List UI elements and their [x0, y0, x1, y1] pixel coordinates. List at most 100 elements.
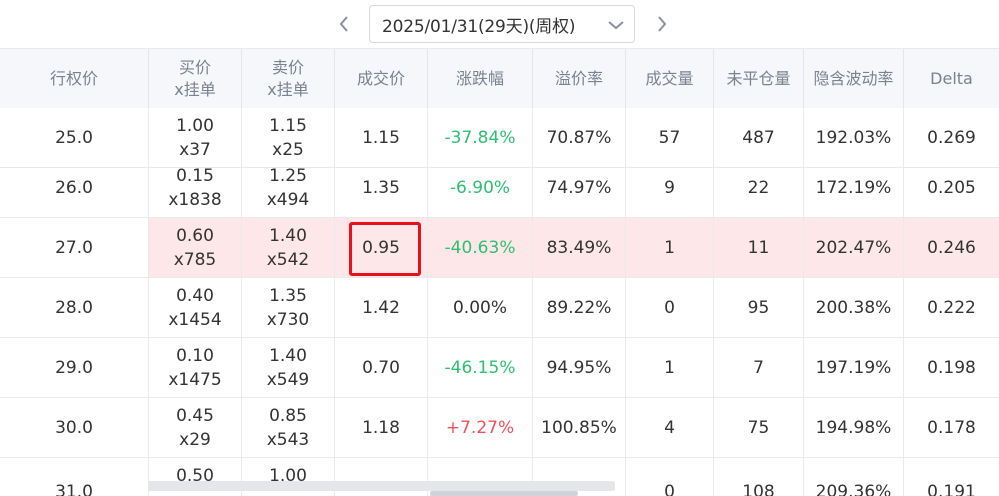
header-volume[interactable]: 成交量: [625, 49, 713, 109]
header-open-interest[interactable]: 未平仓量: [713, 49, 803, 109]
ask-cell: 1.40 x549: [241, 338, 334, 397]
implied-volatility-cell: 172.19%: [803, 158, 903, 217]
change-cell: +7.27%: [427, 398, 532, 457]
open-interest-cell: 22: [713, 158, 803, 217]
header-strike[interactable]: 行权价: [0, 49, 148, 109]
options-table-body: 25.0 1.00 x37 1.15 x25 1.15 -37.84% 70.87%…: [0, 108, 999, 496]
bid-cell: 0.15 x1838: [148, 158, 241, 217]
bid-price: 1.00: [176, 115, 214, 136]
implied-volatility-cell: 200.38%: [803, 278, 903, 337]
expiry-nav-bar: 2025/01/31(29天)(周权): [0, 0, 999, 48]
table-row[interactable]: 30.0 0.45 x29 0.85 x543 1.18 +7.27% 100.85…: [0, 398, 999, 458]
header-strike-label: 行权价: [49, 69, 98, 88]
ask-cell: 0.85 x543: [241, 398, 334, 457]
volume-cell: 0: [625, 278, 713, 337]
delta-cell: 0.222: [903, 278, 999, 337]
header-delta[interactable]: Delta: [903, 49, 999, 109]
strike-cell: 29.0: [55, 357, 93, 378]
strike-cell: 30.0: [55, 417, 93, 438]
delta-cell: 0.178: [903, 398, 999, 457]
header-last-price-label: 成交价: [356, 69, 405, 88]
bid-price: 0.45: [176, 405, 214, 426]
premium-cell: 94.95%: [532, 338, 625, 397]
strike-cell: 27.0: [55, 237, 93, 258]
premium-cell: 74.97%: [532, 158, 625, 217]
expiry-date-select[interactable]: 2025/01/31(29天)(周权): [369, 5, 635, 43]
horizontal-scrollbar[interactable]: [148, 481, 615, 491]
delta-cell: 0.246: [903, 218, 999, 277]
header-premium-label: 溢价率: [554, 69, 603, 88]
table-row-selected[interactable]: 27.0 0.60 x785 1.40 x542 0.95 -40.63% 83.4…: [0, 218, 999, 278]
scrollbar-thumb[interactable]: [430, 491, 578, 496]
bid-cell: 0.45 x29: [148, 398, 241, 457]
ask-price: 1.35: [269, 285, 307, 306]
header-ask-label: 卖价: [271, 58, 304, 77]
last-price-cell: 0.70: [334, 338, 427, 397]
bid-cell: 0.10 x1475: [148, 338, 241, 397]
header-change[interactable]: 涨跌幅: [427, 49, 532, 109]
table-row[interactable]: 28.0 0.40 x1454 1.35 x730 1.42 0.00% 89.22…: [0, 278, 999, 338]
chevron-down-icon: [606, 15, 626, 35]
delta-cell: 0.205: [903, 158, 999, 217]
header-volume-label: 成交量: [645, 69, 694, 88]
bid-price: 0.15: [176, 165, 214, 186]
open-interest-cell: 7: [713, 338, 803, 397]
premium-cell: 100.85%: [532, 398, 625, 457]
bid-size: x29: [179, 429, 211, 450]
table-row[interactable]: 26.0 0.15 x1838 1.25 x494 1.35 -6.90% 74.9…: [0, 158, 999, 218]
bid-cell: 0.60 x785: [148, 218, 241, 277]
header-bid[interactable]: 买价 x挂单: [148, 49, 241, 109]
ask-size: x730: [266, 309, 310, 330]
chevron-right-icon: [658, 16, 667, 32]
premium-cell: 83.49%: [532, 218, 625, 277]
strike-cell: 28.0: [55, 297, 93, 318]
ask-size: x543: [266, 429, 310, 450]
highlight-annotation-box: [349, 222, 421, 276]
header-delta-label: Delta: [930, 69, 973, 88]
change-cell: 0.00%: [427, 278, 532, 337]
premium-cell: 89.22%: [532, 278, 625, 337]
open-interest-cell: 95: [713, 278, 803, 337]
chevron-left-icon: [339, 16, 348, 32]
header-implied-volatility[interactable]: 隐含波动率: [803, 49, 903, 109]
volume-cell: 0: [625, 458, 713, 496]
last-price-cell: 1.42: [334, 278, 427, 337]
header-last-price[interactable]: 成交价: [334, 49, 427, 109]
header-implied-volatility-label: 隐含波动率: [813, 69, 894, 88]
volume-cell: 9: [625, 158, 713, 217]
next-expiry-button[interactable]: [647, 8, 677, 40]
header-open-interest-label: 未平仓量: [726, 69, 791, 88]
change-cell: -6.90%: [427, 158, 532, 217]
bid-size: x1454: [168, 309, 222, 330]
bid-price: 0.40: [176, 285, 214, 306]
ask-price: 1.40: [269, 345, 307, 366]
last-price-cell: 1.35: [334, 158, 427, 217]
change-cell: -40.63%: [427, 218, 532, 277]
bid-size: x785: [173, 249, 217, 270]
ask-cell: 1.40 x542: [241, 218, 334, 277]
header-premium[interactable]: 溢价率: [532, 49, 625, 109]
header-change-label: 涨跌幅: [455, 69, 504, 88]
open-interest-cell: 11: [713, 218, 803, 277]
bid-price: 0.10: [176, 345, 214, 366]
bid-size: x1838: [168, 189, 222, 210]
header-ask[interactable]: 卖价 x挂单: [241, 49, 334, 109]
ask-price: 1.25: [269, 165, 307, 186]
strike-cell: 31.0: [55, 482, 93, 496]
implied-volatility-cell: 194.98%: [803, 398, 903, 457]
implied-volatility-cell: 197.19%: [803, 338, 903, 397]
open-interest-cell: 108: [713, 458, 803, 496]
ask-size: x549: [266, 369, 310, 390]
ask-price: 0.85: [269, 405, 307, 426]
prev-expiry-button[interactable]: [329, 8, 359, 40]
bid-cell: 0.40 x1454: [148, 278, 241, 337]
ask-cell: 1.25 x494: [241, 158, 334, 217]
volume-cell: 1: [625, 218, 713, 277]
table-row[interactable]: 29.0 0.10 x1475 1.40 x549 0.70 -46.15% 94.…: [0, 338, 999, 398]
open-interest-cell: 75: [713, 398, 803, 457]
header-bid-label: 买价: [178, 58, 211, 77]
delta-cell: 0.191: [903, 458, 999, 496]
header-bid-sublabel: x挂单: [174, 80, 216, 99]
bid-size: x1475: [168, 369, 222, 390]
ask-size: x494: [266, 189, 310, 210]
